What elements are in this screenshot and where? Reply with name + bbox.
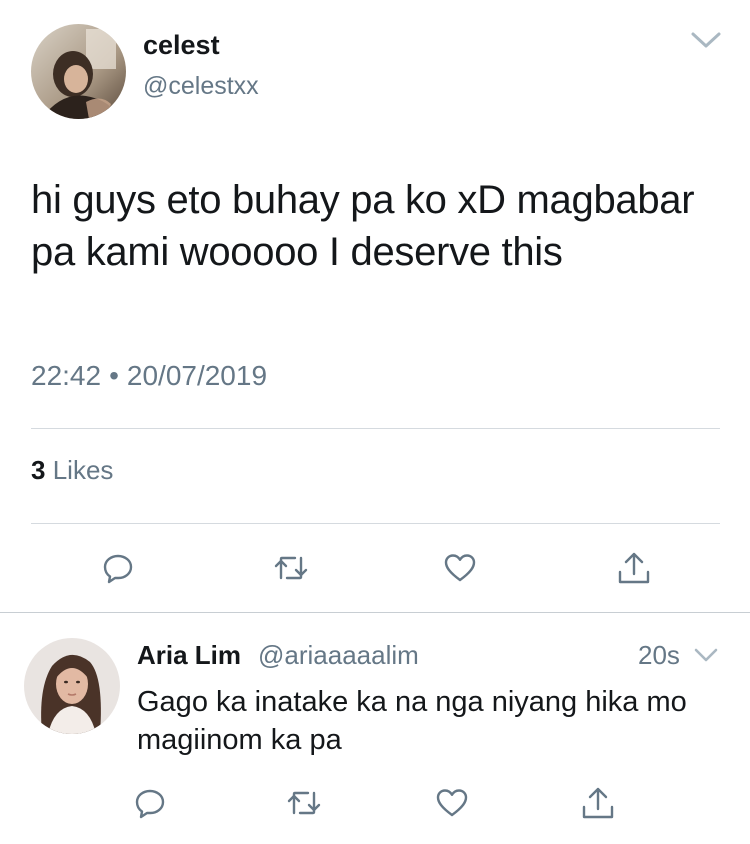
separator-dot: • (109, 360, 119, 391)
avatar[interactable] (24, 638, 120, 734)
retweet-icon[interactable] (284, 783, 324, 823)
like-icon[interactable] (432, 783, 472, 823)
user-handle[interactable]: @celestxx (143, 72, 259, 101)
reply-timestamp: 20s (638, 640, 680, 670)
tweet-time: 22:42 (31, 360, 102, 391)
divider (31, 523, 720, 524)
avatar[interactable] (31, 24, 126, 119)
chevron-down-icon[interactable] (694, 646, 718, 664)
retweet-icon[interactable] (271, 548, 311, 588)
likes-count[interactable]: 3 Likes (31, 455, 113, 486)
profile-photo-icon (31, 24, 126, 119)
like-icon[interactable] (440, 548, 480, 588)
divider (0, 612, 750, 613)
reply-display-name[interactable]: Aria Lim (137, 640, 241, 671)
likes-number: 3 (31, 455, 46, 485)
profile-photo-icon (24, 638, 120, 734)
reply-text: Gago ka inatake ka na nga niyang hika mo… (137, 686, 687, 756)
display-name[interactable]: celest (143, 30, 220, 61)
reply-icon[interactable] (130, 783, 170, 823)
share-icon[interactable] (614, 548, 654, 588)
reply-user-handle[interactable]: @ariaaaaalim (258, 640, 419, 671)
share-icon[interactable] (578, 783, 618, 823)
tweet-text: hi guys eto buhay pa ko xD magbabar pa k… (31, 178, 695, 274)
chevron-down-icon[interactable] (690, 28, 722, 52)
divider (31, 428, 720, 429)
tweet-date: 20/07/2019 (126, 360, 268, 391)
reply-icon[interactable] (98, 548, 138, 588)
likes-label: Likes (52, 455, 114, 485)
tweet-timestamp: 22:42 • 20/07/2019 (31, 360, 267, 392)
